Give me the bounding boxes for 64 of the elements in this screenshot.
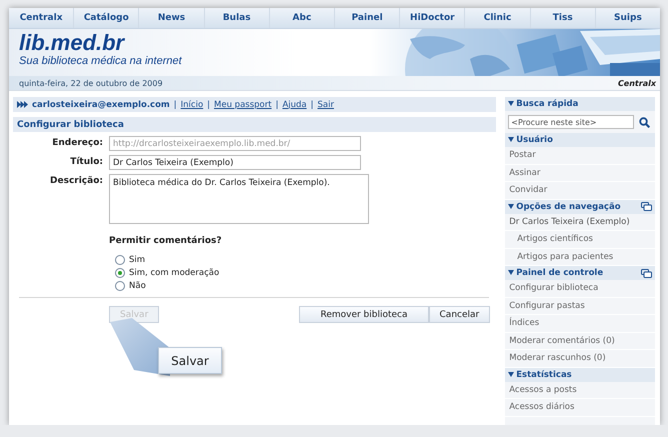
double-arrow-icon — [17, 101, 28, 108]
radio-label: Sim — [129, 255, 146, 265]
nav-link[interactable]: Painel — [335, 8, 400, 28]
sidebar-header[interactable]: Opções de navegação — [505, 200, 655, 214]
nav-link[interactable]: Suips — [596, 8, 660, 28]
callout-label: Salvar — [158, 347, 222, 374]
sidebar-header[interactable]: Estatísticas — [505, 368, 655, 382]
sidebar-header[interactable]: Busca rápida — [505, 97, 655, 111]
nav-link[interactable]: News — [139, 8, 205, 28]
search-icon[interactable] — [639, 116, 650, 128]
radio-button[interactable] — [115, 255, 125, 265]
tagline: Sua biblioteca médica na internet — [19, 55, 183, 67]
section-title: Configurar biblioteca — [13, 117, 496, 132]
radio-button[interactable] — [115, 268, 125, 278]
sidebar-header[interactable]: Usuário — [505, 133, 655, 147]
input-field[interactable]: Dr Carlos Teixeira (Exemplo) — [109, 155, 361, 170]
nav-link[interactable]: Bulas — [204, 8, 270, 28]
field-label: Título: — [69, 156, 103, 167]
triangle-icon — [508, 137, 514, 142]
field-label: Descrição: — [49, 175, 103, 186]
sidebar-link[interactable]: Configurar biblioteca — [505, 280, 655, 298]
triangle-icon — [508, 101, 514, 106]
separator: | — [276, 100, 278, 110]
radio-label: Sim, com moderação — [129, 268, 220, 278]
sidebar-link[interactable]: Assinar — [505, 164, 655, 182]
separator: | — [174, 100, 177, 110]
nav-link[interactable]: Início — [180, 100, 204, 110]
site-logo: lib.med.br — [19, 31, 126, 55]
radio-button[interactable] — [115, 281, 125, 291]
windows-icon[interactable] — [641, 268, 652, 278]
sidebar-link[interactable]: Configurar pastas — [505, 298, 655, 315]
nav-link[interactable]: HiDoctor — [400, 8, 466, 28]
search-field[interactable]: <Procure neste site> — [508, 115, 634, 129]
nav-link[interactable]: Tiss — [530, 8, 596, 28]
nav-link[interactable]: Meu passport — [214, 100, 272, 110]
question-label: Permitir comentários? — [109, 236, 223, 246]
nav-link[interactable]: Clinic — [465, 8, 531, 28]
separator: | — [310, 100, 314, 110]
date-text: quinta-feira, 22 de outubro de 2009 — [19, 78, 163, 88]
windows-icon[interactable] — [641, 202, 652, 211]
sidebar-header[interactable]: Painel de controle — [505, 266, 655, 280]
field-label: Endereço: — [51, 137, 103, 148]
separator: | — [207, 100, 210, 110]
triangle-icon — [508, 270, 514, 275]
sidebar-link[interactable]: Acessos diários — [505, 399, 655, 416]
user-email: carlosteixeira@exemplo.com — [32, 100, 170, 110]
nav-link[interactable]: Centralx — [9, 8, 74, 28]
action-button[interactable]: Cancelar — [428, 306, 490, 323]
nav-link[interactable]: Ajuda — [282, 100, 307, 110]
triangle-icon — [508, 372, 514, 376]
sidebar-link[interactable]: Índices — [505, 315, 655, 332]
triangle-icon — [508, 204, 514, 208]
nav-link[interactable]: Sair — [318, 100, 334, 110]
nav-link[interactable]: Abc — [270, 8, 336, 28]
radio-label: Não — [129, 281, 146, 291]
sidebar-link[interactable]: Artigos científicos — [505, 231, 655, 248]
action-button[interactable]: Remover biblioteca — [299, 306, 429, 323]
sidebar-link[interactable]: Moderar comentários (0) — [505, 332, 655, 350]
description-field[interactable]: Biblioteca médica do Dr. Carlos Teixeira (Exemplo). — [109, 174, 369, 224]
sidebar-link[interactable]: Acessos a posts — [505, 382, 655, 399]
brand-text: Centralx — [618, 78, 656, 88]
sidebar-link[interactable]: Dr Carlos Teixeira (Exemplo) — [505, 214, 655, 231]
sidebar-link[interactable]: Postar — [505, 147, 655, 164]
nav-link[interactable]: Catálogo — [74, 8, 140, 28]
